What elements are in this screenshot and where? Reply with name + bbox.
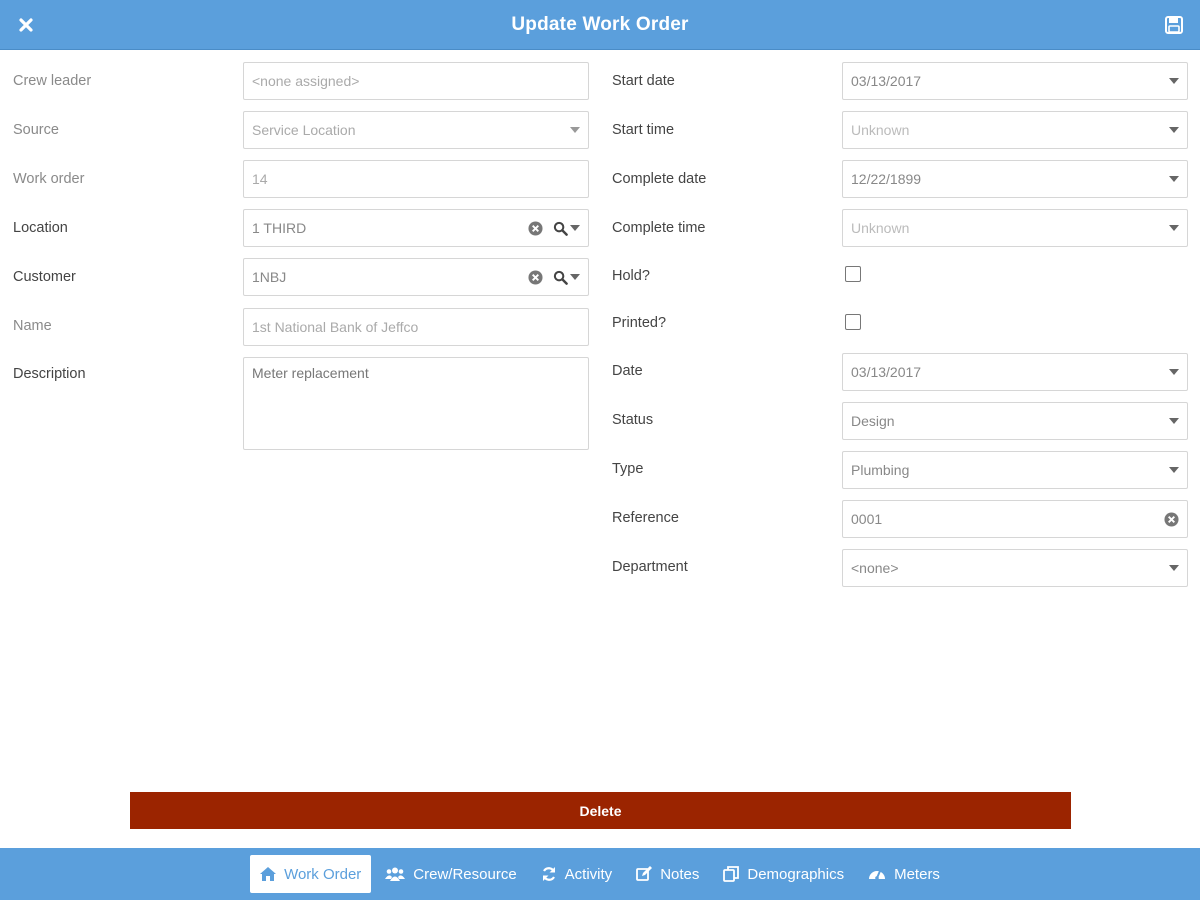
tab-demographics[interactable]: Demographics (713, 855, 854, 893)
department-label: Department (612, 559, 688, 575)
start-time-label: Start time (612, 122, 675, 138)
tab-label: Meters (894, 865, 940, 883)
chevron-down-icon (570, 127, 580, 133)
chevron-down-icon (1169, 418, 1179, 424)
crew-leader-field: <none assigned> (243, 62, 589, 100)
header-bar: Update Work Order (0, 0, 1200, 50)
status-select[interactable]: Design (842, 402, 1188, 440)
work-order-value: 14 (252, 171, 268, 187)
description-textarea[interactable]: Meter replacement (243, 357, 589, 450)
chevron-down-icon (1169, 127, 1179, 133)
description-value: Meter replacement (252, 365, 369, 381)
complete-time-select[interactable]: Unknown (842, 209, 1188, 247)
chevron-down-icon (1169, 467, 1179, 473)
printed-label: Printed? (612, 315, 667, 331)
tab-meters[interactable]: Meters (858, 855, 950, 893)
complete-time-label: Complete time (612, 220, 706, 236)
location-label: Location (13, 220, 68, 236)
reference-input[interactable]: 0001 (842, 500, 1188, 538)
hold-label: Hold? (612, 268, 650, 284)
delete-button[interactable]: Delete (130, 792, 1071, 829)
date-select[interactable]: 03/13/2017 (842, 353, 1188, 391)
chevron-down-icon (1169, 565, 1179, 571)
work-order-label: Work order (13, 171, 85, 187)
status-label: Status (612, 412, 654, 428)
chevron-down-icon[interactable] (570, 274, 580, 280)
search-icon[interactable] (553, 221, 568, 236)
type-value: Plumbing (851, 462, 910, 478)
complete-date-value: 12/22/1899 (851, 171, 922, 187)
start-time-value: Unknown (851, 122, 910, 138)
start-time-select[interactable]: Unknown (842, 111, 1188, 149)
start-date-select[interactable]: 03/13/2017 (842, 62, 1188, 100)
chevron-down-icon (1169, 176, 1179, 182)
source-select: Service Location (243, 111, 589, 149)
tab-crew-resource[interactable]: Crew/Resource (375, 855, 526, 893)
status-value: Design (851, 413, 895, 429)
date-value: 03/13/2017 (851, 364, 922, 380)
clear-icon[interactable] (528, 269, 543, 285)
type-select[interactable]: Plumbing (842, 451, 1188, 489)
source-label: Source (13, 122, 59, 138)
location-value: 1 THIRD (252, 220, 307, 236)
start-date-value: 03/13/2017 (851, 73, 922, 89)
tab-notes[interactable]: Notes (626, 855, 709, 893)
location-lookup[interactable]: 1 THIRD (243, 209, 589, 247)
customer-value: 1NBJ (252, 269, 287, 285)
name-value: 1st National Bank of Jeffco (252, 319, 419, 335)
save-icon[interactable] (1164, 15, 1184, 35)
description-label: Description (13, 366, 86, 382)
start-date-label: Start date (612, 73, 675, 89)
edit-icon (636, 866, 653, 881)
search-icon[interactable] (553, 270, 568, 285)
complete-date-label: Complete date (612, 171, 707, 187)
date-label: Date (612, 363, 643, 379)
source-value: Service Location (252, 122, 356, 138)
close-icon[interactable] (16, 15, 36, 35)
chevron-down-icon (1169, 369, 1179, 375)
bottom-tab-bar: Work Order Crew/Resource Activity Notes … (0, 848, 1200, 900)
customer-lookup[interactable]: 1NBJ (243, 258, 589, 296)
hold-checkbox[interactable] (845, 266, 861, 282)
home-icon (260, 867, 277, 881)
complete-date-select[interactable]: 12/22/1899 (842, 160, 1188, 198)
page-title: Update Work Order (511, 13, 689, 35)
refresh-icon (542, 867, 555, 881)
copy-icon (723, 866, 740, 882)
clear-icon[interactable] (1164, 511, 1179, 527)
clear-icon[interactable] (528, 220, 543, 236)
department-value: <none> (851, 560, 899, 576)
reference-label: Reference (612, 510, 679, 526)
crew-leader-label: Crew leader (13, 73, 92, 89)
reference-value: 0001 (851, 511, 883, 527)
printed-checkbox[interactable] (845, 314, 861, 330)
crew-leader-value: <none assigned> (252, 73, 360, 89)
work-order-field: 14 (243, 160, 589, 198)
tab-label: Notes (660, 865, 700, 883)
tab-label: Demographics (747, 865, 845, 883)
dashboard-icon (869, 870, 886, 880)
tab-activity[interactable]: Activity (531, 855, 623, 893)
chevron-down-icon (1169, 225, 1179, 231)
tab-label: Activity (564, 865, 613, 883)
users-icon (385, 867, 406, 881)
chevron-down-icon (1169, 78, 1179, 84)
type-label: Type (612, 461, 644, 477)
complete-time-value: Unknown (851, 220, 910, 236)
name-field: 1st National Bank of Jeffco (243, 308, 589, 346)
chevron-down-icon[interactable] (570, 225, 580, 231)
customer-label: Customer (13, 269, 76, 285)
name-label: Name (13, 318, 52, 334)
tab-work-order[interactable]: Work Order (250, 855, 372, 893)
department-select[interactable]: <none> (842, 549, 1188, 587)
tab-label: Work Order (284, 865, 362, 883)
tab-label: Crew/Resource (413, 865, 517, 883)
